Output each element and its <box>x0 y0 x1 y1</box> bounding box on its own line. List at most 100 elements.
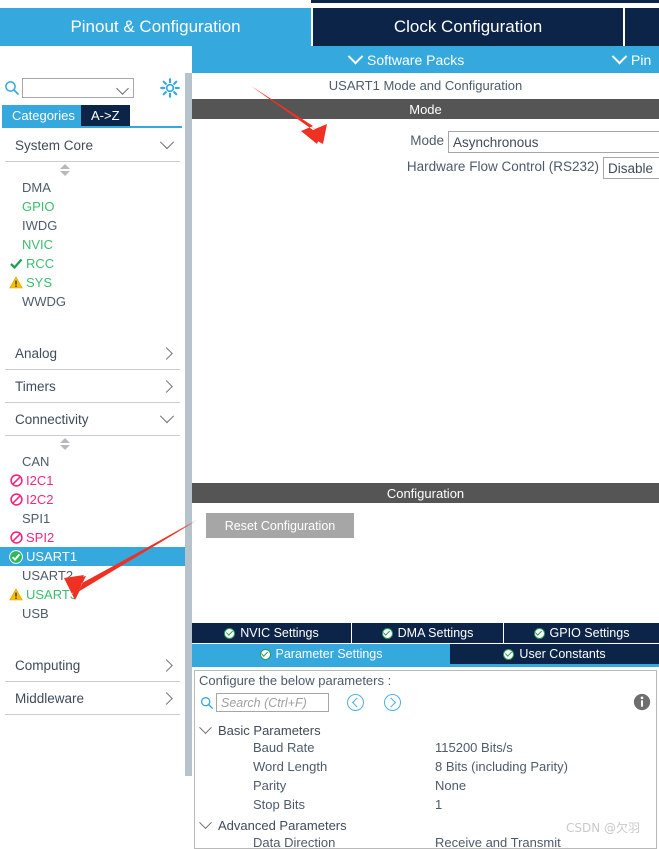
check-icon <box>8 257 24 271</box>
tree-item-usart3[interactable]: USART3 <box>0 585 185 604</box>
parameter-settings-panel: Configure the below parameters : Search … <box>194 670 657 849</box>
tab-user-constants[interactable]: User Constants <box>450 644 659 664</box>
tree-item-spi2[interactable]: SPI2 <box>0 528 185 547</box>
caret-down-icon <box>60 171 70 176</box>
parameter-name: Data Direction <box>253 835 336 849</box>
tree-item-dma[interactable]: DMA <box>0 178 185 197</box>
pinout-menu-label: Pin <box>631 51 652 68</box>
tree-item-label: DMA <box>22 180 51 195</box>
tree-item-iwdg[interactable]: IWDG <box>0 216 185 235</box>
subbar-left-blank <box>0 46 192 73</box>
parameter-name: Word Length <box>253 759 328 774</box>
parameter-value: None <box>435 778 467 793</box>
warning-icon <box>8 588 24 602</box>
tree-item-i2c1[interactable]: I2C1 <box>0 471 185 490</box>
tab-gpio-settings-label: GPIO Settings <box>549 626 630 640</box>
tab-clock-configuration[interactable]: Clock Configuration <box>313 8 623 46</box>
tab-parameter-settings-label: Parameter Settings <box>275 647 383 661</box>
configuration-panel: USART1 Mode and Configuration Mode Mode … <box>192 73 659 849</box>
parameter-group-advanced[interactable]: Advanced Parameters <box>199 816 347 835</box>
check-circle-icon <box>533 627 545 639</box>
parameter-name: Baud Rate <box>253 740 315 755</box>
caret-up-icon <box>60 438 70 443</box>
software-packs-menu[interactable]: Software Packs <box>347 46 464 73</box>
tree-gap <box>0 623 185 649</box>
search-next-button[interactable] <box>384 694 401 711</box>
parameter-row-stop-bits[interactable]: Stop Bits 1 <box>195 797 654 816</box>
group-header-middleware[interactable]: Middleware <box>5 682 180 715</box>
tree-item-nvic[interactable]: NVIC <box>0 235 185 254</box>
gear-icon[interactable] <box>160 78 180 98</box>
tree-item-rcc[interactable]: RCC <box>0 254 185 273</box>
tree-scroll-handle[interactable] <box>0 162 185 178</box>
pinout-menu[interactable]: Pin <box>611 46 652 73</box>
tree-item-label: USART2 <box>22 568 74 583</box>
tree-item-usart1[interactable]: USART1 <box>0 547 185 566</box>
chevron-right-icon <box>160 658 173 672</box>
tab-pinout-configuration[interactable]: Pinout & Configuration <box>0 8 311 46</box>
tree-scroll-handle[interactable] <box>0 436 185 452</box>
group-header-computing[interactable]: Computing <box>5 649 180 682</box>
check-circle-icon <box>259 648 271 660</box>
parameter-value: 8 Bits (including Parity) <box>435 759 568 774</box>
group-label: Middleware <box>15 690 85 706</box>
group-header-system-core[interactable]: System Core <box>5 129 180 162</box>
tab-categories[interactable]: Categories <box>2 105 85 126</box>
tab-a-to-z-label: A->Z <box>91 108 120 123</box>
hardware-flow-control-dropdown[interactable]: Disable <box>603 157 659 179</box>
tab-parameter-settings[interactable]: Parameter Settings <box>192 644 450 664</box>
tab-user-constants-label: User Constants <box>519 647 606 661</box>
tree-item-label: SPI2 <box>26 530 55 545</box>
group-header-timers[interactable]: Timers <box>5 370 180 403</box>
parameter-name: Stop Bits <box>253 797 306 812</box>
blocked-icon <box>8 493 24 507</box>
parameter-row-baud-rate[interactable]: Baud Rate 115200 Bits/s <box>195 740 654 759</box>
tree-item-label: SPI1 <box>22 511 51 526</box>
parameter-value: 1 <box>435 797 443 812</box>
reset-configuration-button[interactable]: Reset Configuration <box>206 513 354 538</box>
tab-project-manager-partial[interactable] <box>625 8 659 46</box>
tree-item-spi1[interactable]: SPI1 <box>0 509 185 528</box>
chevron-down-icon <box>611 48 628 65</box>
tree-item-wwdg[interactable]: WWDG <box>0 292 185 311</box>
tree-item-gpio[interactable]: GPIO <box>0 197 185 216</box>
search-icon <box>5 81 20 96</box>
parameter-group-label: Advanced Parameters <box>218 818 347 833</box>
check-circle-icon <box>381 627 393 639</box>
category-search-combo[interactable] <box>22 78 134 98</box>
parameter-row-word-length[interactable]: Word Length 8 Bits (including Parity) <box>195 759 654 778</box>
tab-nvic-settings[interactable]: NVIC Settings <box>192 623 352 643</box>
tree-item-can[interactable]: CAN <box>0 452 185 471</box>
panel-splitter[interactable] <box>185 73 192 776</box>
parameter-group-basic[interactable]: Basic Parameters <box>199 721 321 740</box>
tab-clock-label: Clock Configuration <box>393 17 543 36</box>
tree-item-sys[interactable]: SYS <box>0 273 185 292</box>
config-tab-underline <box>192 664 659 667</box>
group-header-connectivity[interactable]: Connectivity <box>5 403 180 436</box>
tab-categories-label: Categories <box>12 108 75 123</box>
tree-item-label: USART1 <box>26 549 78 564</box>
reset-configuration-label: Reset Configuration <box>224 518 336 533</box>
tree-item-usb[interactable]: USB <box>0 604 185 623</box>
group-header-analog[interactable]: Analog <box>5 337 180 370</box>
chevron-right-icon <box>160 346 173 360</box>
parameter-row-data-direction[interactable]: Data Direction Receive and Transmit <box>195 835 654 849</box>
mode-field-label: Mode <box>410 133 444 148</box>
tree-item-usart2[interactable]: USART2 <box>0 566 185 585</box>
parameter-search-input[interactable]: Search (Ctrl+F) <box>216 693 329 712</box>
category-view-tabs: Categories A->Z <box>0 105 185 128</box>
tab-gpio-settings[interactable]: GPIO Settings <box>504 623 659 643</box>
caret-up-icon <box>60 164 70 169</box>
tree-item-label: USB <box>22 606 49 621</box>
info-icon[interactable] <box>633 693 651 711</box>
tab-dma-settings[interactable]: DMA Settings <box>352 623 504 643</box>
peripheral-tree: System Core DMA GPIO IWDG NVIC RCC SYS W… <box>0 129 185 776</box>
tree-item-i2c2[interactable]: I2C2 <box>0 490 185 509</box>
parameter-value: Receive and Transmit <box>435 835 561 849</box>
tab-a-to-z[interactable]: A->Z <box>81 105 130 126</box>
mode-dropdown[interactable]: Asynchronous <box>448 131 659 153</box>
search-previous-button[interactable] <box>347 694 364 711</box>
group-label: Timers <box>15 378 56 394</box>
tree-item-label: USART3 <box>26 587 78 602</box>
parameter-row-parity[interactable]: Parity None <box>195 778 654 797</box>
